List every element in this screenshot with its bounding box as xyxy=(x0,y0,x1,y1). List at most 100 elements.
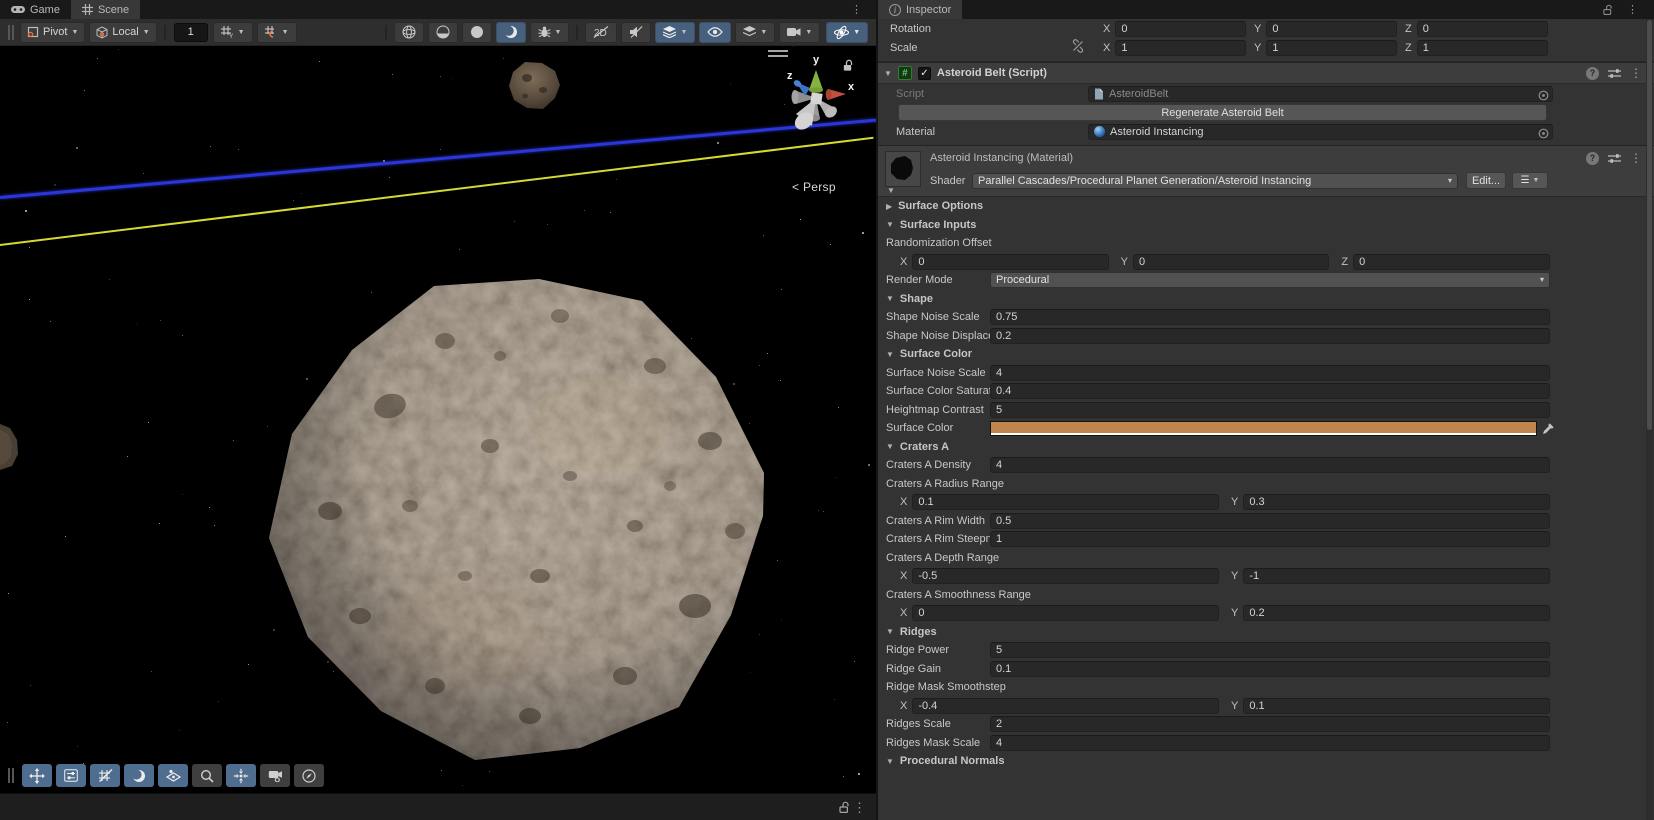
y-axis-label[interactable]: Y xyxy=(1254,42,1261,54)
shading-shaded-wire-button[interactable] xyxy=(427,21,458,43)
float-field-x[interactable]: -0.4 xyxy=(912,697,1219,714)
presets-icon[interactable] xyxy=(1608,68,1621,79)
y-axis-label[interactable]: Y xyxy=(1254,23,1261,35)
y-axis-label[interactable]: Y xyxy=(1231,607,1238,619)
y-axis-label[interactable]: Y xyxy=(1231,570,1238,582)
handle-orientation-button[interactable]: Local ▼ xyxy=(89,21,157,43)
inspector-menu-icon[interactable]: ⋮ xyxy=(1623,3,1642,16)
dropdown-render-mode[interactable]: Procedural ▾ xyxy=(990,272,1550,289)
script-object-field[interactable]: AsteroidBelt xyxy=(1088,85,1553,102)
material-object-field[interactable]: Asteroid Instancing xyxy=(1088,123,1553,140)
float-field-craters-a-rim-steepness[interactable]: 1 xyxy=(990,531,1550,548)
float-field-x[interactable]: -0.5 xyxy=(912,568,1219,585)
tab-scene[interactable]: Scene xyxy=(70,0,141,19)
viewport-lock-icon[interactable] xyxy=(843,59,854,72)
asteroid-edge-render[interactable] xyxy=(0,422,20,472)
frame-selected-button[interactable] xyxy=(226,764,256,787)
rotation-x-field[interactable]: 0 xyxy=(1115,20,1246,37)
section-foldout-surface-color[interactable]: ▼ Surface Color xyxy=(878,345,1654,364)
float-field-y[interactable]: 0.2 xyxy=(1243,605,1550,622)
inspector-lock-icon[interactable] xyxy=(1603,4,1613,16)
tab-inspector[interactable]: i Inspector xyxy=(878,0,963,19)
scene-lighting-button[interactable] xyxy=(124,764,154,787)
color-field-surface-color[interactable] xyxy=(990,420,1537,436)
y-axis-label[interactable]: Y xyxy=(1231,496,1238,508)
material-preview-thumbnail[interactable] xyxy=(885,151,921,187)
pivot-mode-button[interactable]: Pivot ▼ xyxy=(20,21,86,43)
float-field-y[interactable]: 0.1 xyxy=(1243,697,1550,714)
preview-foldout-icon[interactable]: ▼ xyxy=(887,186,895,195)
float-field-surface-noise-scale[interactable]: 4 xyxy=(990,364,1550,381)
cinemachine-button[interactable] xyxy=(260,764,290,787)
section-foldout-procedural-normals[interactable]: ▼ Procedural Normals xyxy=(878,752,1654,771)
overlay-settings-button[interactable] xyxy=(56,764,86,787)
skybox-toggle-button[interactable] xyxy=(158,764,188,787)
shader-menu-button[interactable]: ☰ ▼ xyxy=(1512,172,1548,189)
asteroid-render[interactable] xyxy=(240,246,800,791)
z-axis-label[interactable]: Z xyxy=(1341,256,1348,268)
asteroid-small-render[interactable] xyxy=(505,58,565,113)
float-field-y[interactable]: -1 xyxy=(1243,568,1550,585)
move-tool-button[interactable] xyxy=(22,764,52,787)
effects-toggle-button[interactable]: ▼ xyxy=(655,21,696,43)
scene-viewport[interactable]: y z x < Persp xyxy=(0,46,876,793)
footer-menu-icon[interactable]: ⋮ xyxy=(849,800,870,816)
search-button[interactable] xyxy=(192,764,222,787)
component-menu-icon[interactable]: ⋮ xyxy=(1630,66,1642,80)
float-field-x[interactable]: 0.1 xyxy=(912,494,1219,511)
compass-button[interactable] xyxy=(294,764,324,787)
y-axis-label[interactable]: Y xyxy=(1121,256,1128,268)
gizmos-toggle-button[interactable]: ▼ xyxy=(826,21,869,43)
grid-size-field[interactable]: 1 xyxy=(173,22,208,42)
regenerate-asteroid-belt-button[interactable]: Regenerate Asteroid Belt xyxy=(898,104,1547,121)
y-axis-label[interactable]: Y xyxy=(1231,700,1238,712)
link-broken-icon[interactable] xyxy=(1071,38,1085,53)
gizmo-center-cube[interactable] xyxy=(810,92,823,105)
x-axis-label[interactable]: X xyxy=(900,496,907,508)
layers-visibility-button[interactable]: ▼ xyxy=(735,21,776,43)
rotation-z-field[interactable]: 0 xyxy=(1416,20,1548,37)
section-foldout-surface-inputs[interactable]: ▼ Surface Inputs xyxy=(878,216,1654,235)
shader-dropdown[interactable]: Parallel Cascades/Procedural Planet Gene… xyxy=(972,172,1458,189)
lighting-toggle-button[interactable] xyxy=(495,21,526,43)
float-field-y[interactable]: 0 xyxy=(1133,253,1330,270)
float-field-heightmap-contrast[interactable]: 5 xyxy=(990,401,1550,418)
section-foldout-surface-options[interactable]: ▶ Surface Options xyxy=(878,197,1654,216)
toolbar-drag-handle[interactable] xyxy=(8,24,14,40)
shading-wireframe-button[interactable] xyxy=(393,21,424,43)
audio-muted-toggle-button[interactable] xyxy=(621,21,652,43)
x-axis-label[interactable]: X xyxy=(900,700,907,712)
section-foldout-ridges[interactable]: ▼ Ridges xyxy=(878,623,1654,642)
float-field-craters-a-density[interactable]: 4 xyxy=(990,457,1550,474)
scale-label[interactable]: Scale xyxy=(890,38,1103,54)
grid-axis-button[interactable]: Y ▼ xyxy=(212,21,253,43)
x-axis-label[interactable]: X xyxy=(900,256,907,268)
tab-game[interactable]: Game xyxy=(0,0,71,19)
debug-draw-mode-button[interactable]: ▼ xyxy=(529,21,570,43)
inspector-scrollbar[interactable] xyxy=(1646,19,1653,820)
2d-view-toggle-button[interactable]: 2D xyxy=(585,21,618,43)
presets-icon[interactable] xyxy=(1608,153,1621,164)
component-enabled-checkbox[interactable]: ✓ xyxy=(917,66,931,80)
scene-panel-menu-icon[interactable]: ⋮ xyxy=(847,0,866,19)
help-icon[interactable]: ? xyxy=(1586,66,1599,80)
float-field-shape-noise-scale[interactable]: 0.75 xyxy=(990,309,1550,326)
foldout-open-icon[interactable]: ▼ xyxy=(884,69,892,78)
scale-y-field[interactable]: 1 xyxy=(1266,39,1397,56)
asteroid-belt-component-header[interactable]: ▼ # ✓ Asteroid Belt (Script) ? ⋮ xyxy=(878,62,1654,84)
float-field-shape-noise-displacement[interactable]: 0.2 xyxy=(990,327,1550,344)
x-axis-label[interactable]: X xyxy=(900,570,907,582)
scale-x-field[interactable]: 1 xyxy=(1115,39,1246,56)
eyedropper-icon[interactable] xyxy=(1542,422,1555,435)
gizmo-y-axis-cone[interactable] xyxy=(809,70,823,90)
toolbar-drag-handle[interactable] xyxy=(8,768,14,783)
float-field-ridge-power[interactable]: 5 xyxy=(990,642,1550,659)
grid-snap-button[interactable]: ▼ xyxy=(256,21,297,43)
float-field-ridge-gain[interactable]: 0.1 xyxy=(990,660,1550,677)
float-field-craters-a-rim-width[interactable]: 0.5 xyxy=(990,512,1550,529)
shader-edit-button[interactable]: Edit... xyxy=(1466,172,1506,189)
rotation-label[interactable]: Rotation xyxy=(890,23,1103,35)
float-field-ridges-mask-scale[interactable]: 4 xyxy=(990,734,1550,751)
x-axis-label[interactable]: X xyxy=(1103,42,1110,54)
float-field-surface-color-saturation[interactable]: 0.4 xyxy=(990,383,1550,400)
